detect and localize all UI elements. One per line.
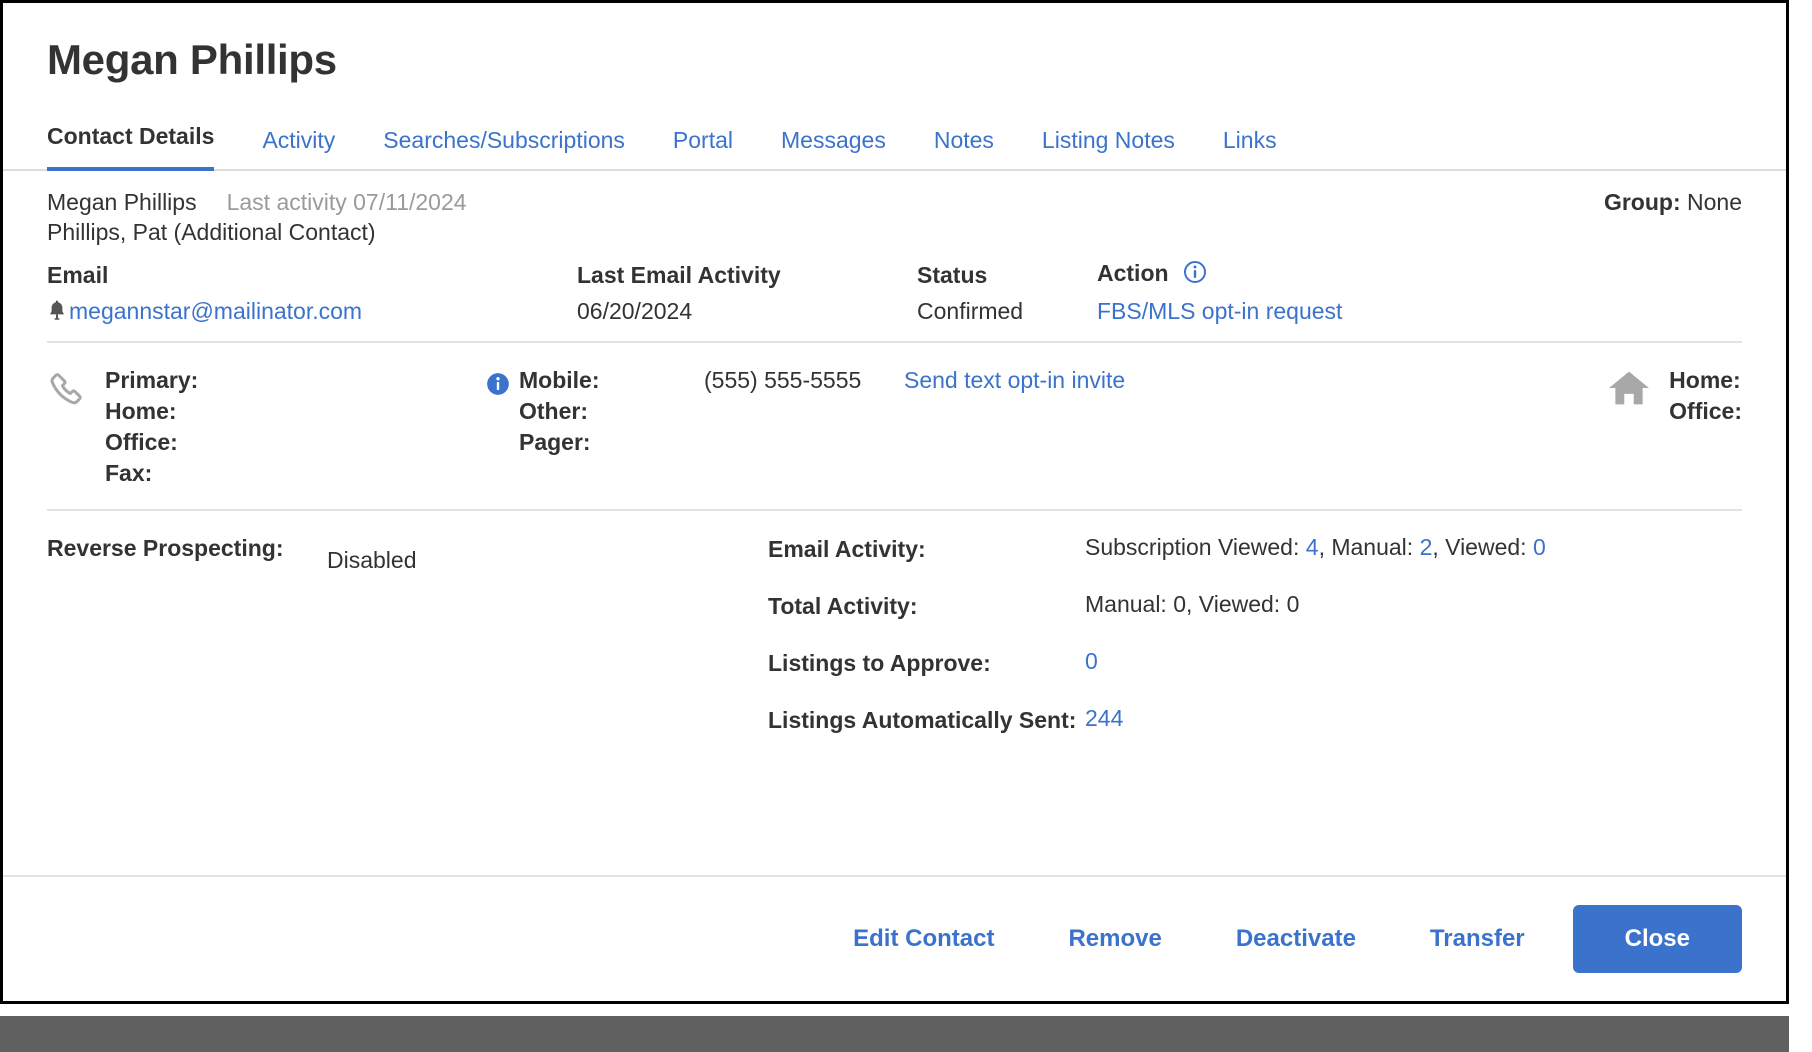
reverse-prospecting-value: Disabled: [327, 547, 417, 574]
email-activity-row: Email Activity: Subscription Viewed: 4, …: [767, 533, 1547, 590]
transfer-button[interactable]: Transfer: [1430, 925, 1525, 953]
last-activity-text: Last activity 07/11/2024: [226, 189, 467, 216]
address-block: Home: Office:: [1607, 365, 1742, 427]
phone-office-label: Office:: [105, 429, 178, 456]
horizontal-scrollbar[interactable]: [0, 1016, 1789, 1052]
screen: Megan Phillips Contact Details Activity …: [0, 0, 1812, 1052]
phone-values: (555) 555-5555: [704, 365, 904, 396]
listings-auto-sent-cell: 244: [1084, 704, 1547, 761]
email-table: Email Last Email Activity Status Action: [47, 260, 1742, 341]
phone-section: Primary: Home: Office: Fax: Mobile: Othe…: [47, 343, 1742, 509]
contact-summary-line: Megan Phillips Last activity 07/11/2024 …: [47, 189, 1742, 216]
email-activity-separator-2: ,: [1432, 534, 1439, 561]
page-title: Megan Phillips: [47, 36, 337, 83]
email-activity-viewed-label: Viewed:: [1445, 534, 1527, 561]
modal-footer: Edit Contact Remove Deactivate Transfer …: [3, 875, 1786, 1001]
group-label: Group:: [1603, 189, 1681, 216]
email-activity-manual-value[interactable]: 2: [1420, 534, 1433, 560]
email-activity-separator-1: ,: [1318, 534, 1325, 561]
phone-other-label: Other:: [519, 398, 588, 425]
info-icon[interactable]: [1183, 260, 1207, 290]
email-activity-label: Email Activity:: [768, 536, 926, 563]
action-column-header: Action: [1097, 260, 1742, 298]
details-section: Reverse Prospecting: Disabled Email Acti…: [47, 511, 1742, 785]
listings-to-approve-cell: 0: [1084, 647, 1547, 704]
total-activity-value: Manual: 0, Viewed: 0: [1085, 591, 1300, 618]
bell-icon: [47, 299, 67, 327]
group-value: None: [1687, 189, 1742, 216]
action-cell: FBS/MLS opt-in request: [1097, 298, 1742, 341]
phone-optin-cell: Send text opt-in invite: [904, 365, 1184, 396]
contact-details-modal: Megan Phillips Contact Details Activity …: [3, 3, 1786, 1001]
activity-table: Email Activity: Subscription Viewed: 4, …: [767, 533, 1547, 761]
email-activity-value: Subscription Viewed: 4, Manual: 2, Viewe…: [1084, 533, 1547, 590]
subscription-viewed-value[interactable]: 4: [1306, 534, 1319, 560]
tab-bar: Contact Details Activity Searches/Subscr…: [3, 121, 1786, 172]
listings-to-approve-value[interactable]: 0: [1085, 648, 1098, 674]
deactivate-button[interactable]: Deactivate: [1236, 925, 1356, 953]
listings-auto-sent-value[interactable]: 244: [1085, 705, 1123, 731]
phone-labels-middle: Mobile: Other: Pager:: [519, 365, 704, 458]
email-table-header-row: Email Last Email Activity Status Action: [47, 260, 1742, 298]
email-activity-viewed-value[interactable]: 0: [1533, 534, 1546, 560]
status-column-header: Status: [917, 261, 988, 288]
subscription-viewed-label: Subscription Viewed:: [1085, 534, 1300, 561]
phone-home-label: Home:: [105, 398, 177, 425]
listings-auto-sent-row: Listings Automatically Sent: 244: [767, 704, 1547, 761]
mobile-info-icon[interactable]: [485, 365, 519, 402]
total-activity-row: Total Activity: Manual: 0, Viewed: 0: [767, 590, 1547, 647]
modal-header: Megan Phillips: [3, 3, 1786, 83]
listings-auto-sent-label: Listings Automatically Sent:: [768, 707, 1077, 734]
tab-listing-notes[interactable]: Listing Notes: [1042, 127, 1175, 171]
home-icon: [1607, 365, 1651, 413]
phone-mobile-value: (555) 555-5555: [704, 367, 862, 394]
group-field: Group: None: [1604, 189, 1742, 216]
tab-portal[interactable]: Portal: [673, 127, 733, 171]
phone-mobile-label: Mobile:: [519, 367, 600, 394]
tab-messages[interactable]: Messages: [781, 127, 886, 171]
optin-request-link[interactable]: FBS/MLS opt-in request: [1097, 298, 1342, 324]
email-activity-manual-label: Manual:: [1331, 534, 1414, 561]
send-text-optin-invite-link[interactable]: Send text opt-in invite: [904, 367, 1125, 393]
last-email-activity-column-header: Last Email Activity: [577, 261, 781, 288]
action-column-header-label: Action: [1097, 260, 1169, 287]
address-home-label: Home:: [1669, 367, 1741, 394]
email-address-link[interactable]: megannstar@mailinator.com: [69, 298, 362, 324]
phone-icon: [47, 365, 105, 416]
tab-activity[interactable]: Activity: [262, 127, 335, 171]
listings-to-approve-label: Listings to Approve:: [768, 650, 991, 677]
horizontal-scrollbar-thumb[interactable]: [0, 1016, 1789, 1052]
address-office-label: Office:: [1669, 398, 1742, 425]
tab-contact-details[interactable]: Contact Details: [47, 123, 215, 172]
scrollbar-gap: [0, 1004, 1789, 1016]
remove-button[interactable]: Remove: [1068, 925, 1161, 953]
last-email-activity-cell: 06/20/2024: [577, 298, 693, 325]
contact-name: Megan Phillips: [47, 189, 197, 216]
address-labels: Home: Office:: [1669, 365, 1742, 427]
phone-fax-label: Fax:: [105, 460, 153, 487]
phone-pager-label: Pager:: [519, 429, 591, 456]
email-cell: megannstar@mailinator.com: [47, 298, 577, 341]
phone-labels-left: Primary: Home: Office: Fax:: [105, 365, 485, 489]
status-cell: Confirmed: [917, 298, 1024, 325]
browser-content-frame: Megan Phillips Contact Details Activity …: [0, 0, 1789, 1004]
tab-searches-subscriptions[interactable]: Searches/Subscriptions: [383, 127, 625, 171]
edit-contact-button[interactable]: Edit Contact: [853, 925, 994, 953]
tab-notes[interactable]: Notes: [934, 127, 994, 171]
tab-links[interactable]: Links: [1223, 127, 1277, 171]
listings-to-approve-row: Listings to Approve: 0: [767, 647, 1547, 704]
phone-primary-label: Primary:: [105, 367, 199, 394]
close-button[interactable]: Close: [1572, 905, 1742, 973]
total-activity-label: Total Activity:: [768, 593, 918, 620]
reverse-prospecting-label: Reverse Prospecting:: [47, 535, 284, 562]
contact-details-panel: Megan Phillips Last activity 07/11/2024 …: [3, 171, 1786, 875]
email-column-header: Email: [47, 261, 109, 288]
additional-contact: Phillips, Pat (Additional Contact): [47, 219, 376, 246]
table-row: megannstar@mailinator.com 06/20/2024 Con…: [47, 298, 1742, 341]
